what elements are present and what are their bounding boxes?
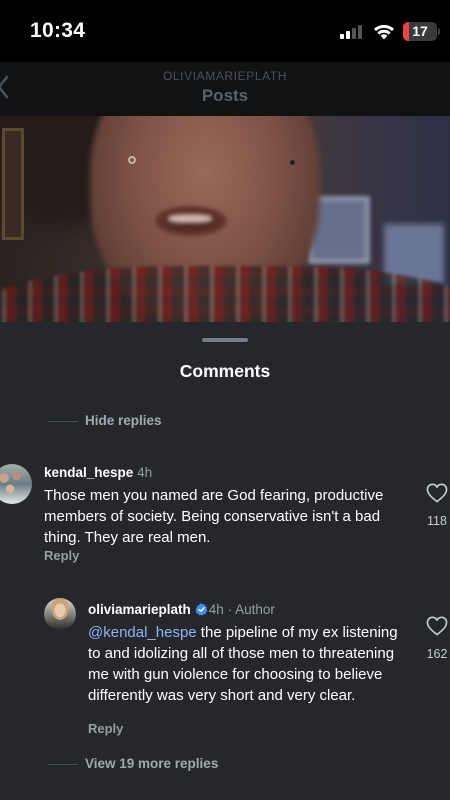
cellular-signal-icon bbox=[340, 24, 364, 39]
comment-username[interactable]: oliviamarieplath 4h · Author bbox=[88, 602, 275, 617]
header-title: Posts bbox=[201, 86, 249, 105]
avatar[interactable] bbox=[0, 464, 32, 504]
reply-button[interactable]: Reply bbox=[44, 548, 79, 563]
like-count: 162 bbox=[426, 647, 448, 661]
heart-icon[interactable] bbox=[426, 483, 448, 503]
status-bar: 10:34 17 bbox=[0, 0, 450, 62]
comment-time: 4h bbox=[208, 602, 224, 617]
reply-thread-line bbox=[48, 421, 78, 422]
view-more-replies-button[interactable]: View 19 more replies bbox=[85, 756, 218, 771]
comments-title: Comments bbox=[179, 361, 271, 381]
status-time: 10:34 bbox=[30, 19, 86, 42]
drag-handle[interactable] bbox=[202, 338, 248, 342]
comments-sheet: Comments Hide replies kendal_hespe 4h Th… bbox=[0, 322, 450, 800]
battery-tip bbox=[438, 28, 440, 35]
nav-header: OLIVIAMARIEPLATH Posts bbox=[0, 62, 450, 116]
like-count: 118 bbox=[427, 514, 447, 528]
comment-text: @kendal_hespe the pipeline of my ex list… bbox=[88, 624, 398, 704]
battery-level: 17 bbox=[412, 23, 428, 39]
mention-link[interactable]: @kendal_hespe bbox=[88, 624, 197, 641]
comment-username[interactable]: kendal_hespe 4h bbox=[44, 465, 152, 480]
author-badge: · Author bbox=[223, 602, 275, 617]
avatar[interactable] bbox=[44, 598, 76, 630]
header-username: OLIVIAMARIEPLATH bbox=[162, 69, 288, 83]
wifi-icon bbox=[374, 24, 394, 40]
comment-text: Those men you named are God fearing, pro… bbox=[44, 487, 384, 546]
post-video[interactable] bbox=[0, 116, 450, 322]
reply-thread-line bbox=[48, 764, 78, 765]
verified-badge-icon bbox=[195, 603, 208, 616]
hide-replies-button[interactable]: Hide replies bbox=[85, 413, 162, 428]
comment-time: 4h bbox=[137, 465, 153, 480]
heart-icon[interactable] bbox=[426, 616, 448, 636]
reply-button[interactable]: Reply bbox=[88, 721, 123, 736]
battery-indicator: 17 bbox=[403, 22, 437, 41]
